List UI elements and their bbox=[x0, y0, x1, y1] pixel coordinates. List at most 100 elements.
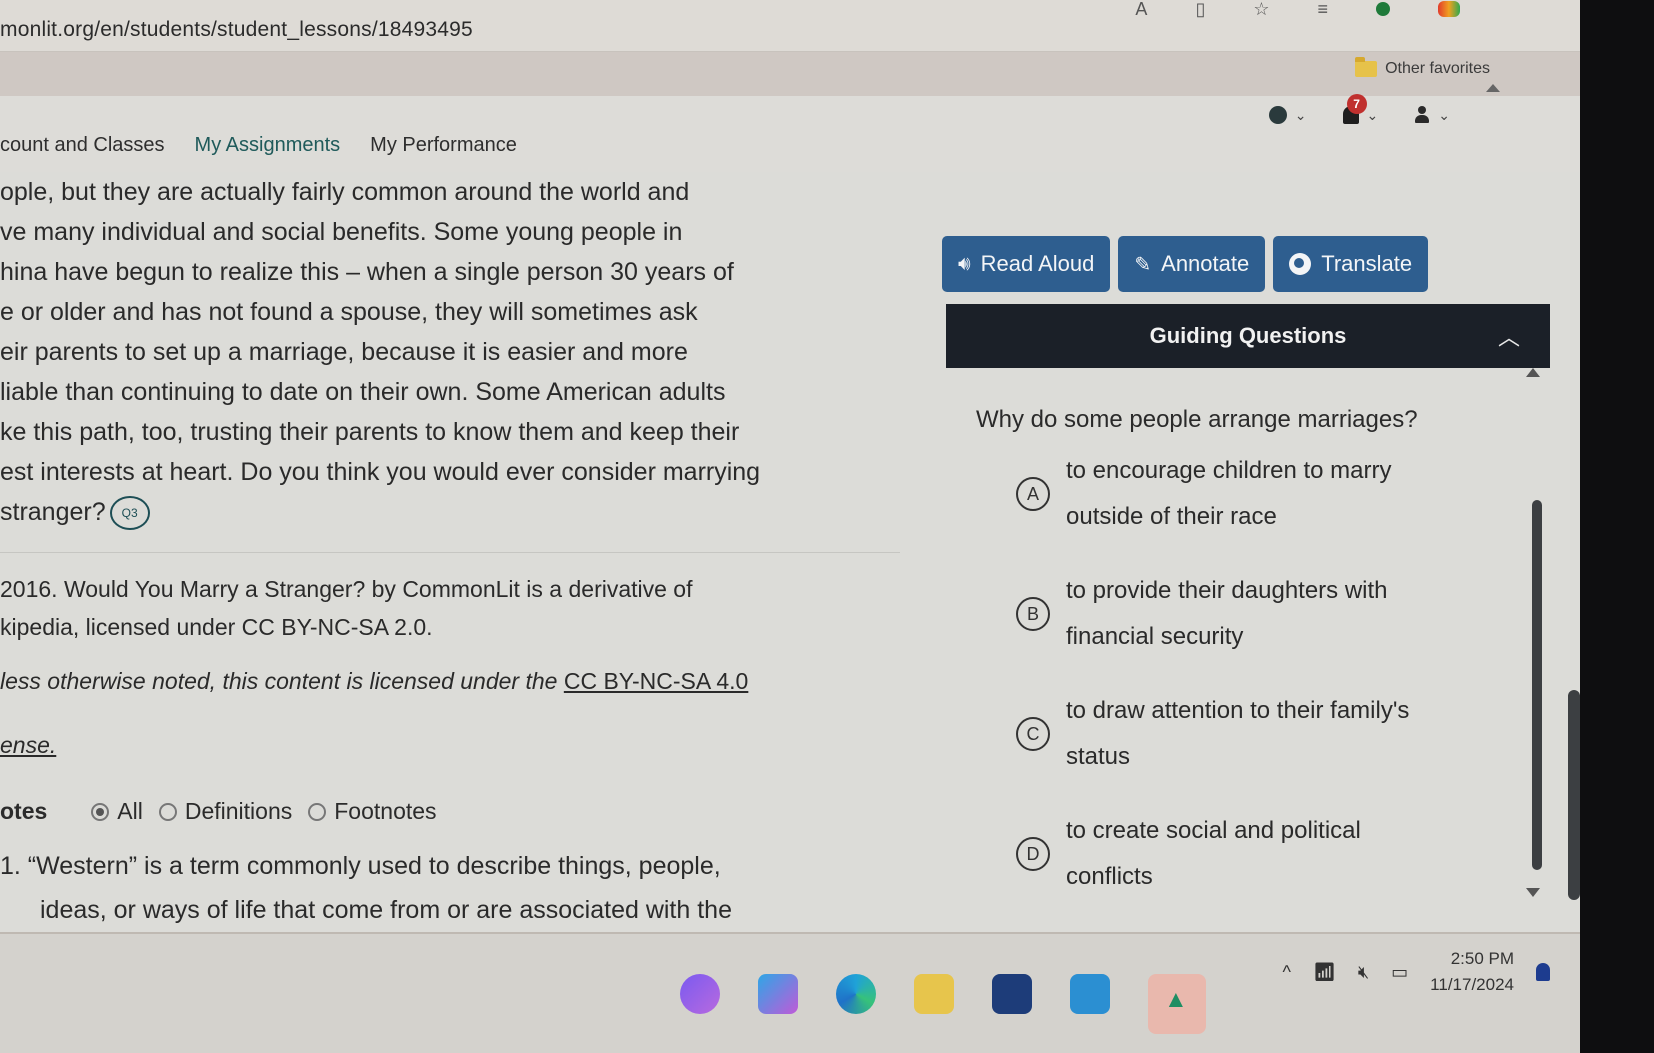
globe-icon bbox=[1268, 106, 1287, 124]
filter-label: All bbox=[117, 798, 143, 824]
passage-line: est interests at heart. Do you think you… bbox=[0, 458, 761, 486]
option-letter: C bbox=[1016, 717, 1050, 751]
user-menu[interactable]: ⌄ bbox=[1414, 106, 1450, 124]
system-tray: ^ 📶︎ 🔇︎ ▭ 2:50 PM 11/17/2024 bbox=[1283, 946, 1550, 998]
answer-option-b[interactable]: B to provide their daughters with financ… bbox=[1016, 568, 1388, 660]
microsoft-store-icon[interactable] bbox=[992, 974, 1032, 1014]
option-text: to encourage children to marry outside o… bbox=[1066, 448, 1392, 540]
browser-toolbar-icons: A ▯ ☆ ≡ bbox=[1135, 0, 1460, 20]
license-tail-line: ense. bbox=[0, 726, 900, 764]
user-icon bbox=[1414, 106, 1430, 124]
translate-button[interactable]: Translate bbox=[1273, 236, 1429, 292]
lesson-content: ople, but they are actually fairly commo… bbox=[0, 172, 1580, 968]
guiding-questions-header[interactable]: Guiding Questions ︿ bbox=[946, 304, 1550, 368]
nav-my-assignments[interactable]: My Assignments bbox=[195, 134, 341, 157]
clock[interactable]: 2:50 PM 11/17/2024 bbox=[1430, 946, 1514, 998]
google-drive-icon[interactable] bbox=[1148, 974, 1206, 1034]
screen: monlit.org/en/students/student_lessons/1… bbox=[0, 0, 1580, 1053]
passage-line: ke this path, too, trusting their parent… bbox=[0, 418, 740, 446]
wifi-icon[interactable]: 📶︎ bbox=[1313, 962, 1336, 983]
nav-tools: ⌄ 7 ⌄ ⌄ bbox=[1268, 94, 1450, 124]
passage-line: stranger? Q3 bbox=[0, 492, 900, 532]
radio-unselected-icon bbox=[308, 802, 327, 821]
radio-unselected-icon bbox=[158, 802, 177, 821]
option-letter: B bbox=[1016, 597, 1050, 631]
reading-tools: 🔊︎ Read Aloud ✎ Annotate Translate bbox=[942, 236, 1429, 292]
guiding-questions-panel: Why do some people arrange marriages? A … bbox=[946, 368, 1550, 932]
panel-scroll-up-arrow[interactable] bbox=[1526, 368, 1540, 377]
read-aloud-icon[interactable]: A bbox=[1135, 0, 1147, 20]
bell-icon: 7 bbox=[1342, 94, 1367, 124]
battery-icon[interactable]: ▭ bbox=[1391, 962, 1408, 983]
notifications-menu[interactable]: 7 ⌄ bbox=[1342, 94, 1379, 124]
option-text-line: to encourage children to marry bbox=[1066, 457, 1392, 484]
profile-icon[interactable] bbox=[1438, 1, 1460, 17]
speaker-icon: 🔊︎ bbox=[958, 252, 971, 275]
chevron-down-icon: ⌄ bbox=[1366, 106, 1379, 123]
passage-line: hina have begun to realize this – when a… bbox=[0, 258, 734, 286]
passage-line: liable than continuing to date on their … bbox=[0, 378, 726, 406]
filter-footnotes-radio[interactable]: Footnotes bbox=[308, 798, 437, 825]
passage-line: e or older and has not found a spouse, t… bbox=[0, 298, 698, 326]
taskbar: ^ 📶︎ 🔇︎ ▭ 2:50 PM 11/17/2024 bbox=[0, 932, 1580, 1053]
annotate-label: Annotate bbox=[1161, 251, 1250, 276]
option-text-line: to draw attention to their family's bbox=[1066, 697, 1410, 724]
option-text-line: financial security bbox=[1066, 623, 1244, 650]
browser-address-bar[interactable]: monlit.org/en/students/student_lessons/1… bbox=[0, 0, 1580, 52]
answer-option-a[interactable]: A to encourage children to marry outside… bbox=[1016, 448, 1392, 540]
favorite-star-icon[interactable]: ☆ bbox=[1253, 0, 1269, 20]
footnote-line: ideas, or ways of life that come from or… bbox=[40, 896, 732, 924]
option-letter: D bbox=[1016, 837, 1050, 871]
copilot-icon[interactable] bbox=[680, 974, 720, 1014]
taskbar-apps bbox=[680, 974, 1206, 1034]
translate-label: Translate bbox=[1321, 251, 1413, 276]
option-letter: A bbox=[1016, 477, 1050, 511]
immersive-reader-icon[interactable]: ▯ bbox=[1195, 0, 1205, 20]
license-tail-link[interactable]: ense. bbox=[0, 732, 56, 758]
url-text[interactable]: monlit.org/en/students/student_lessons/1… bbox=[0, 18, 473, 42]
passage-line: ople, but they are actually fairly commo… bbox=[0, 178, 690, 206]
annotate-button[interactable]: ✎ Annotate bbox=[1118, 236, 1266, 292]
license-link[interactable]: CC BY-NC-SA 4.0 bbox=[564, 668, 749, 694]
panel-scrollbar[interactable] bbox=[1532, 500, 1542, 870]
option-text: to create social and political conflicts bbox=[1066, 808, 1361, 900]
language-menu[interactable]: ⌄ bbox=[1268, 106, 1307, 124]
page-scroll-up-arrow[interactable] bbox=[1486, 84, 1500, 92]
passage-text: ople, but they are actually fairly commo… bbox=[0, 172, 900, 532]
file-explorer-icon[interactable] bbox=[914, 974, 954, 1014]
panel-scroll-down-arrow[interactable] bbox=[1526, 888, 1540, 897]
volume-muted-icon[interactable]: 🔇︎ bbox=[1358, 962, 1369, 983]
filter-all-radio[interactable]: All bbox=[91, 798, 143, 825]
option-text-line: to create social and political bbox=[1066, 817, 1361, 844]
edge-icon[interactable] bbox=[836, 974, 876, 1014]
page-scrollbar[interactable] bbox=[1568, 690, 1580, 900]
guiding-questions-title: Guiding Questions bbox=[1149, 323, 1347, 348]
radio-selected-icon bbox=[91, 802, 110, 821]
collections-icon[interactable]: ≡ bbox=[1317, 0, 1328, 20]
option-text-line: status bbox=[1066, 743, 1131, 770]
option-text-line: outside of their race bbox=[1066, 503, 1277, 530]
nav-my-performance[interactable]: My Performance bbox=[370, 134, 517, 157]
passage-line: eir parents to set up a marriage, becaus… bbox=[0, 338, 688, 366]
clock-date: 11/17/2024 bbox=[1430, 975, 1514, 994]
answer-option-c[interactable]: C to draw attention to their family's st… bbox=[1016, 688, 1409, 780]
passage-last-line: stranger? bbox=[0, 498, 106, 526]
option-text-line: to provide their daughters with bbox=[1066, 577, 1388, 604]
other-favorites-button[interactable]: Other favorites bbox=[1355, 57, 1490, 78]
notification-badge: 7 bbox=[1346, 94, 1367, 114]
section-divider bbox=[0, 552, 900, 553]
read-aloud-button[interactable]: 🔊︎ Read Aloud bbox=[942, 236, 1111, 292]
filter-label: Definitions bbox=[184, 798, 293, 824]
question-marker[interactable]: Q3 bbox=[109, 496, 150, 531]
show-hidden-icons-chevron-icon[interactable]: ^ bbox=[1283, 962, 1291, 983]
answer-option-d[interactable]: D to create social and political conflic… bbox=[1016, 808, 1361, 900]
extension-icon[interactable] bbox=[1376, 2, 1390, 16]
notification-center-icon[interactable] bbox=[1536, 963, 1550, 981]
microsoft-365-icon[interactable] bbox=[758, 974, 798, 1014]
license-prefix: less otherwise noted, this content is li… bbox=[0, 668, 564, 694]
filter-definitions-radio[interactable]: Definitions bbox=[158, 798, 293, 825]
chevron-up-icon[interactable]: ︿ bbox=[1498, 320, 1520, 352]
nav-account-and-classes[interactable]: count and Classes bbox=[0, 134, 165, 157]
notes-title: otes bbox=[0, 798, 48, 824]
mail-icon[interactable] bbox=[1070, 974, 1110, 1014]
